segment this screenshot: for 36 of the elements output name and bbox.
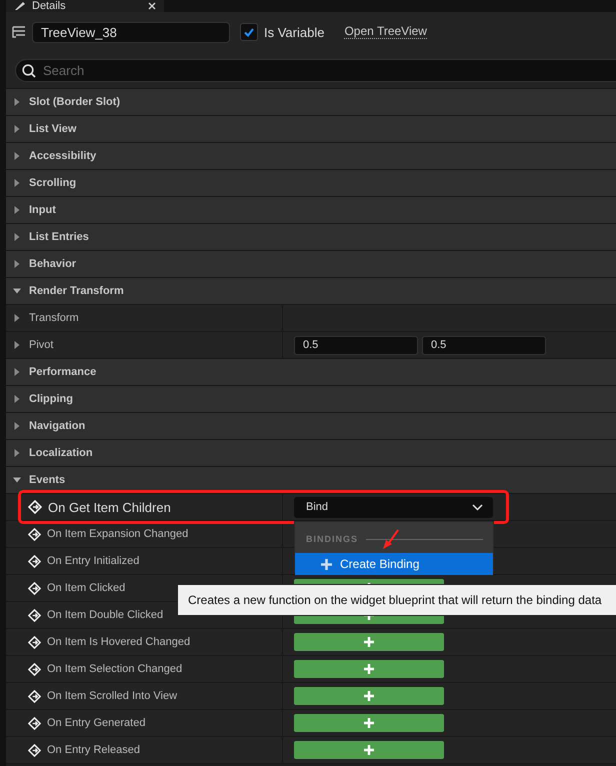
checkbox-label: Is Variable (264, 24, 324, 40)
event-label: On Item Clicked (47, 582, 126, 594)
event-label: On Item Double Clicked (47, 609, 164, 621)
event-label: On Entry Initialized (47, 555, 140, 567)
property-label: Pivot (29, 339, 54, 351)
event-label: On Item Selection Changed (47, 663, 182, 675)
name-field[interactable]: TreeView_38 (32, 22, 230, 42)
section-title: List Entries (29, 231, 89, 243)
section-title: Scrolling (29, 177, 76, 189)
section-title: Input (29, 204, 56, 216)
section-title: Navigation (29, 420, 86, 432)
section-title: Clipping (29, 393, 73, 405)
event-label: On Entry Released (47, 744, 140, 756)
event-label: On Get Item Children (48, 500, 171, 514)
open-link[interactable]: Open TreeView (344, 25, 427, 39)
search-field[interactable]: Search (15, 58, 616, 82)
tooltip-text: Creates a new function on the widget blueprint that will return the binding data (188, 593, 602, 607)
details-tab[interactable]: Details (6, 0, 164, 12)
event-label: On Entry Generated (47, 717, 146, 729)
section-title: Behavior (29, 258, 76, 270)
event-label: On Item Is Hovered Changed (47, 636, 190, 648)
menu-item[interactable]: Create Binding (295, 553, 493, 575)
section-title: Slot (Border Slot) (29, 96, 120, 108)
number-field[interactable]: 0.5 (422, 336, 546, 354)
section-title: Render Transform (29, 285, 124, 297)
bind-dropdown[interactable]: Bind (294, 496, 493, 518)
section-title: Localization (29, 447, 93, 459)
menu-heading: BINDINGS (306, 534, 358, 544)
number-field[interactable]: 0.5 (294, 336, 418, 354)
section-title: Accessibility (29, 150, 96, 162)
event-label: On Item Expansion Changed (47, 528, 188, 540)
section-title: Events (29, 474, 66, 486)
section-title: List View (29, 123, 76, 135)
section-title: Performance (29, 366, 96, 378)
property-label: Transform (29, 312, 79, 324)
event-label: On Item Scrolled Into View (47, 690, 178, 702)
